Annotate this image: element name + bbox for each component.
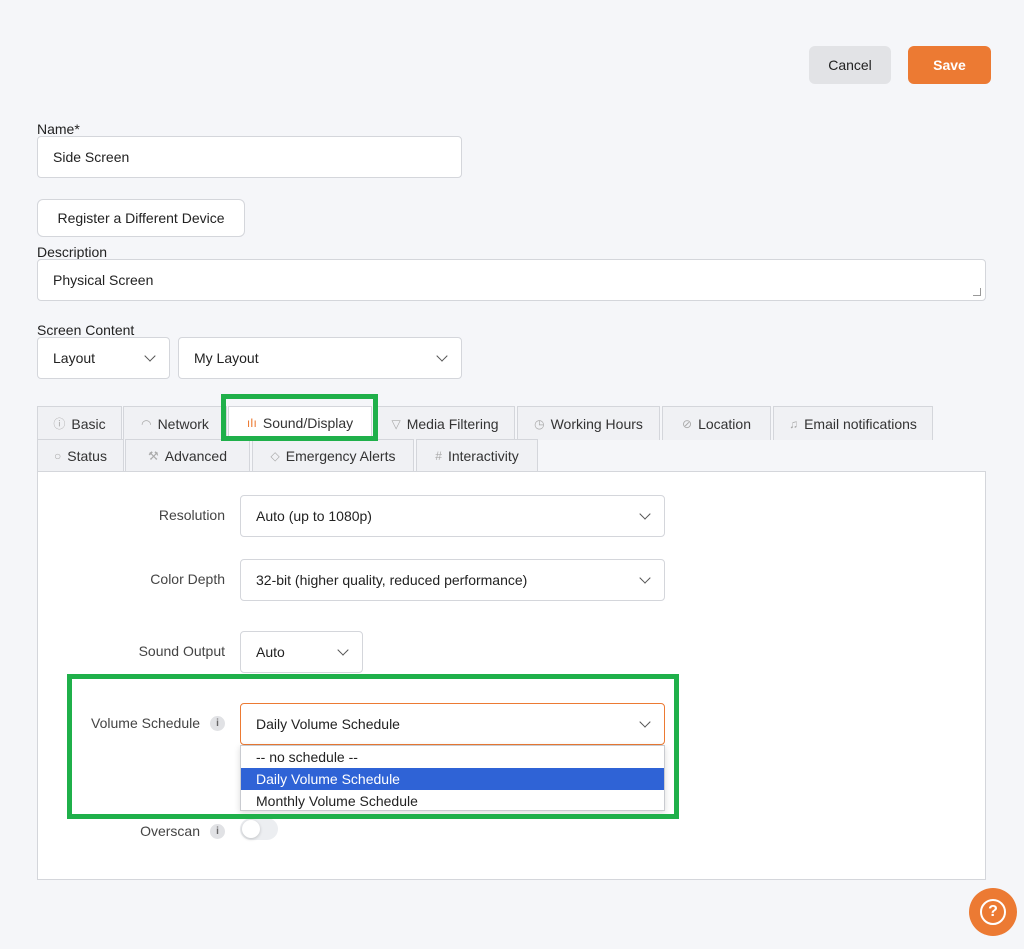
- tab-label: Sound/Display: [263, 415, 353, 431]
- chevron-down-icon: [639, 716, 650, 727]
- tab-label: Network: [158, 416, 209, 432]
- screen-content-label: Screen Content: [37, 322, 134, 338]
- color-depth-value: 32-bit (higher quality, reduced performa…: [256, 572, 527, 588]
- color-depth-label: Color Depth: [100, 571, 225, 587]
- filter-icon: ▽: [391, 417, 400, 431]
- register-device-button[interactable]: Register a Different Device: [37, 199, 245, 237]
- volume-schedule-select[interactable]: Daily Volume Schedule: [240, 703, 665, 745]
- tab-label: Media Filtering: [407, 416, 499, 432]
- tab-label: Location: [698, 416, 751, 432]
- help-button[interactable]: ?: [969, 888, 1017, 936]
- tab-location[interactable]: ⊘ Location: [662, 406, 771, 440]
- tab-email-notifications[interactable]: ♫ Email notifications: [773, 406, 933, 440]
- chevron-down-icon: [337, 644, 348, 655]
- resize-handle-icon[interactable]: [973, 288, 981, 296]
- chevron-down-icon: [144, 350, 155, 361]
- sound-output-value: Auto: [256, 644, 285, 660]
- tab-advanced[interactable]: ⚒ Advanced: [125, 439, 250, 472]
- question-icon: ?: [980, 899, 1006, 925]
- resolution-label: Resolution: [100, 507, 225, 523]
- cancel-button[interactable]: Cancel: [809, 46, 891, 84]
- hash-icon: #: [435, 449, 442, 463]
- tab-label: Working Hours: [551, 416, 643, 432]
- circle-icon: ○: [54, 449, 61, 463]
- tab-label: Interactivity: [448, 448, 519, 464]
- content-value-select[interactable]: My Layout: [178, 337, 462, 379]
- volume-schedule-dropdown: -- no schedule -- Daily Volume Schedule …: [240, 745, 665, 811]
- chevron-down-icon: [436, 350, 447, 361]
- tab-label: Basic: [71, 416, 105, 432]
- tab-working-hours[interactable]: ◷ Working Hours: [517, 406, 660, 440]
- wrench-icon: ⚒: [148, 449, 159, 463]
- tab-label: Advanced: [165, 448, 227, 464]
- save-button[interactable]: Save: [908, 46, 991, 84]
- description-textarea[interactable]: Physical Screen: [37, 259, 986, 301]
- tab-basic[interactable]: ⓘ Basic: [37, 406, 122, 440]
- info-icon[interactable]: i: [210, 824, 225, 839]
- description-label: Description: [37, 244, 107, 260]
- toggle-knob: [242, 820, 260, 838]
- diamond-icon: ◇: [271, 449, 280, 463]
- overscan-label: Overscan: [140, 823, 200, 839]
- dropdown-option[interactable]: -- no schedule --: [241, 746, 664, 768]
- resolution-select[interactable]: Auto (up to 1080p): [240, 495, 665, 537]
- tab-label: Status: [67, 448, 107, 464]
- content-type-value: Layout: [53, 350, 95, 366]
- sound-output-select[interactable]: Auto: [240, 631, 363, 673]
- tab-label: Email notifications: [804, 416, 917, 432]
- overscan-toggle[interactable]: [240, 818, 278, 840]
- tab-status[interactable]: ○ Status: [37, 439, 124, 472]
- dropdown-option[interactable]: Monthly Volume Schedule: [241, 790, 664, 812]
- description-value: Physical Screen: [53, 272, 153, 288]
- chevron-down-icon: [639, 508, 650, 519]
- clock-icon: ◷: [534, 417, 544, 431]
- dropdown-option-selected[interactable]: Daily Volume Schedule: [241, 768, 664, 790]
- rss-icon: ◠: [141, 417, 151, 431]
- volume-schedule-label-group: Volume Schedule i: [70, 715, 225, 731]
- info-icon: ⓘ: [53, 415, 65, 432]
- chevron-down-icon: [639, 572, 650, 583]
- volume-schedule-label: Volume Schedule: [91, 715, 200, 731]
- tab-interactivity[interactable]: # Interactivity: [416, 439, 538, 472]
- info-icon[interactable]: i: [210, 716, 225, 731]
- tab-media-filtering[interactable]: ▽ Media Filtering: [375, 406, 515, 440]
- resolution-value: Auto (up to 1080p): [256, 508, 372, 524]
- color-depth-select[interactable]: 32-bit (higher quality, reduced performa…: [240, 559, 665, 601]
- tab-sound-display[interactable]: ıIı Sound/Display: [228, 406, 372, 440]
- sound-output-label: Sound Output: [100, 643, 225, 659]
- tab-network[interactable]: ◠ Network: [123, 406, 227, 440]
- content-value-value: My Layout: [194, 350, 259, 366]
- compass-icon: ⊘: [682, 417, 692, 431]
- volume-schedule-value: Daily Volume Schedule: [256, 716, 400, 732]
- name-input[interactable]: Side Screen: [37, 136, 462, 178]
- sound-wave-icon: ıIı: [247, 416, 257, 430]
- tab-emergency-alerts[interactable]: ◇ Emergency Alerts: [252, 439, 414, 472]
- bell-icon: ♫: [789, 417, 798, 431]
- content-type-select[interactable]: Layout: [37, 337, 170, 379]
- tab-label: Emergency Alerts: [286, 448, 396, 464]
- name-label: Name*: [37, 121, 80, 137]
- overscan-label-group: Overscan i: [70, 823, 225, 839]
